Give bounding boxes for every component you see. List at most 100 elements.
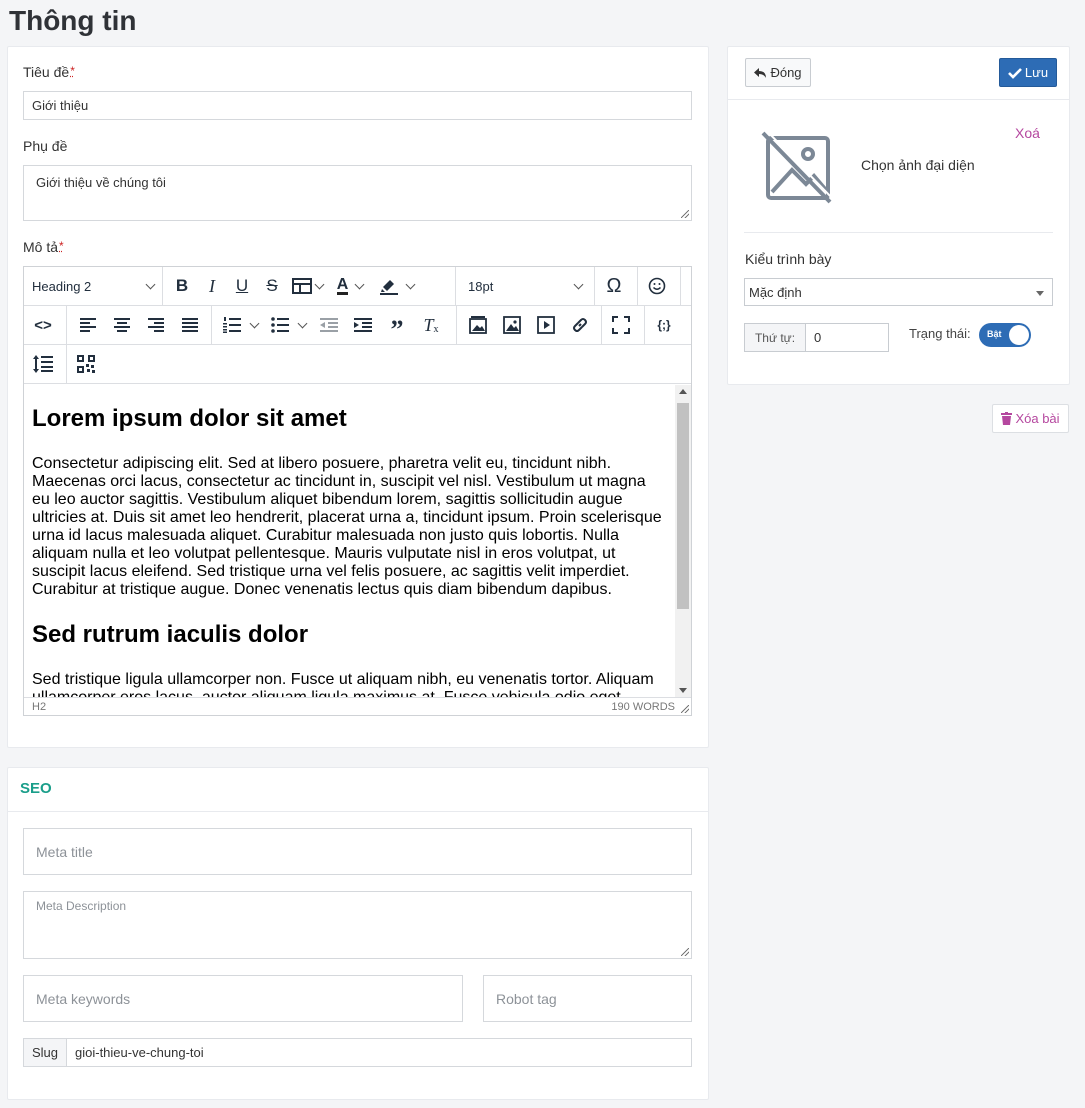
order-input[interactable]: 0	[806, 324, 888, 351]
layout-select[interactable]: Mặc định	[744, 278, 1053, 306]
image-placeholder-icon[interactable]	[760, 129, 834, 209]
slug-label: Slug	[24, 1039, 67, 1066]
content-heading: Lorem ipsum dolor sit amet	[32, 405, 347, 432]
chevron-down-icon	[354, 279, 365, 289]
blockquote-icon[interactable]: ”	[380, 310, 414, 344]
resize-handle-icon[interactable]	[681, 210, 689, 218]
image-icon[interactable]	[495, 310, 529, 340]
title-input[interactable]: Giới thiệu	[23, 91, 692, 120]
meta-description-textarea[interactable]: Meta Description	[23, 891, 692, 959]
content-heading: Sed rutrum iaculis dolor	[32, 621, 309, 648]
font-size-select[interactable]: 18pt	[456, 267, 595, 305]
resize-handle-icon[interactable]	[681, 705, 689, 713]
caret-down-icon	[1036, 291, 1044, 296]
bullet-list-icon[interactable]	[264, 310, 312, 340]
chevron-down-icon	[297, 318, 307, 328]
scroll-thumb[interactable]	[677, 403, 689, 609]
special-char-icon[interactable]: Ω	[599, 271, 629, 301]
align-right-icon[interactable]	[139, 310, 173, 340]
bold-icon[interactable]: B	[167, 271, 197, 301]
editor-content[interactable]: Lorem ipsum dolor sit amet Consectetur a…	[24, 385, 675, 697]
chevron-down-icon	[314, 279, 324, 289]
word-count: 190 WORDS	[611, 700, 675, 713]
align-left-icon[interactable]	[71, 310, 105, 340]
emoji-icon[interactable]	[642, 271, 672, 301]
toggle-knob	[1009, 325, 1029, 345]
subtitle-textarea-value: Giới thiệu về chúng tôi	[36, 175, 166, 190]
subtitle-textarea[interactable]: Giới thiệu về chúng tôi	[23, 165, 692, 221]
chevron-down-icon	[145, 279, 156, 289]
divider	[744, 232, 1053, 233]
code-icon[interactable]: <>	[28, 310, 58, 340]
media-icon[interactable]	[529, 310, 563, 340]
highlight-icon[interactable]	[373, 271, 419, 301]
numbered-list-icon[interactable]	[216, 310, 264, 340]
line-height-icon[interactable]	[28, 349, 58, 379]
justify-icon[interactable]	[173, 310, 207, 340]
align-center-icon[interactable]	[105, 310, 139, 340]
slug-input[interactable]: gioi-thieu-ve-chung-toi	[67, 1039, 691, 1066]
status-toggle[interactable]: Bật	[979, 323, 1031, 347]
trash-icon	[1001, 412, 1013, 425]
choose-image-link[interactable]: Chọn ảnh đại diện	[861, 157, 975, 173]
editor-status-bar: H2 190 WORDS	[24, 697, 691, 715]
status-toggle-label: Bật	[987, 329, 1002, 339]
layout-label: Kiểu trình bày	[745, 251, 832, 267]
subtitle-label: Phụ đề	[23, 138, 68, 154]
block-format-value: Heading 2	[32, 278, 92, 294]
seo-heading: SEO	[20, 780, 52, 797]
order-field: Thứ tự: 0	[744, 323, 889, 352]
page-title: Thông tin	[9, 5, 137, 36]
divider	[8, 811, 708, 812]
editor-scrollbar[interactable]	[675, 385, 691, 697]
strikethrough-icon[interactable]: S	[257, 271, 287, 301]
table-icon[interactable]	[287, 271, 327, 301]
rich-text-editor: Heading 2 B I U S A 18pt Ω <> ” T x {;} …	[23, 266, 692, 716]
source-code-icon[interactable]: {;}	[649, 310, 679, 340]
layout-select-value: Mặc định	[749, 284, 802, 300]
meta-keywords-input[interactable]: Meta keywords	[23, 975, 463, 1022]
italic-icon[interactable]: I	[197, 271, 227, 301]
content-paragraph: Consectetur adipiscing elit. Sed at libe…	[32, 455, 662, 598]
robot-tag-input[interactable]: Robot tag	[483, 975, 692, 1022]
title-input-value: Giới thiệu	[32, 98, 89, 113]
delete-post-label: Xóa bài	[1015, 411, 1060, 426]
order-label: Thứ tự:	[745, 324, 806, 351]
text-color-icon[interactable]: A	[327, 271, 373, 301]
editor-toolbar-row-1: Heading 2 B I U S A 18pt Ω	[24, 267, 691, 306]
editor-toolbar-row-3	[24, 345, 691, 384]
status-label: Trạng thái:	[909, 326, 971, 341]
resize-handle-icon[interactable]	[681, 948, 689, 956]
divider	[728, 99, 1069, 100]
delete-image-link[interactable]: Xoá	[1015, 125, 1040, 141]
editor-toolbar-row-2: <> ” Tx {;}	[24, 306, 691, 345]
chevron-down-icon	[249, 318, 259, 328]
meta-description-placeholder: Meta Description	[36, 899, 127, 913]
qr-icon[interactable]	[71, 349, 101, 379]
scroll-up-icon[interactable]	[679, 389, 687, 394]
scroll-down-icon[interactable]	[679, 688, 687, 693]
chevron-down-icon	[405, 279, 415, 289]
font-size-value: 18pt	[468, 278, 494, 294]
close-button[interactable]: Đóng	[745, 58, 811, 87]
save-button-label: Lưu	[1024, 65, 1049, 80]
check-icon	[1007, 67, 1022, 79]
delete-post-button[interactable]: Xóa bài	[992, 404, 1069, 433]
outdent-icon[interactable]	[312, 310, 346, 340]
indent-icon[interactable]	[346, 310, 380, 340]
chevron-down-icon	[573, 279, 584, 289]
meta-keywords-placeholder: Meta keywords	[36, 990, 131, 1007]
fullscreen-icon[interactable]	[606, 310, 636, 340]
slug-field: Slug gioi-thieu-ve-chung-toi	[23, 1038, 692, 1067]
image-gallery-icon[interactable]	[461, 310, 495, 340]
underline-icon[interactable]: U	[227, 271, 257, 301]
save-button[interactable]: Lưu	[999, 58, 1057, 87]
description-label: Mô tả*	[23, 239, 64, 255]
meta-title-input[interactable]: Meta title	[23, 828, 692, 875]
clear-format-icon[interactable]: Tx	[414, 310, 448, 340]
link-icon[interactable]	[563, 310, 597, 340]
block-format-select[interactable]: Heading 2	[24, 267, 163, 305]
reply-icon	[754, 67, 767, 78]
title-label: Tiêu đề*	[23, 64, 75, 80]
element-path[interactable]: H2	[32, 701, 46, 713]
